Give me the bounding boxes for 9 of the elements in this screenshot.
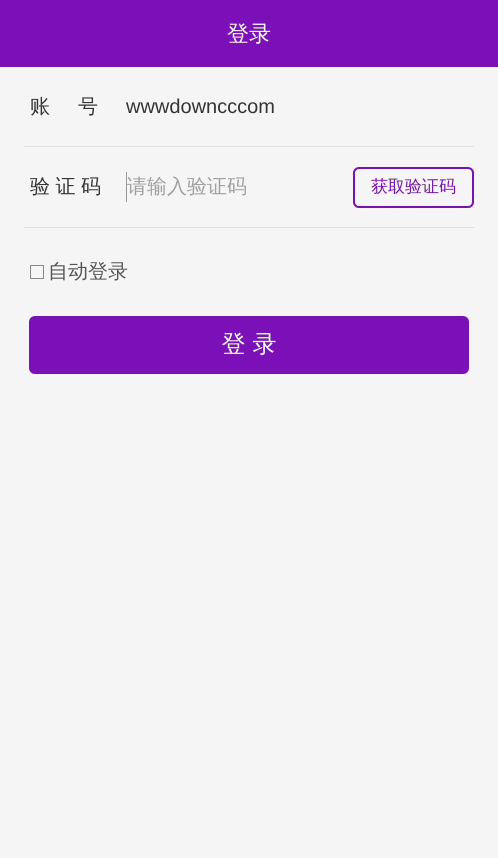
code-field[interactable]: 请输入验证码 [126,172,326,202]
header-title: 登录 [227,20,271,48]
auto-login-label: 自动登录 [48,260,128,285]
code-label: 验 证 码 [30,175,102,200]
account-label: 账 号 [30,94,99,120]
get-code-button[interactable]: 获取验证码 [353,166,474,208]
account-field[interactable]: wwwdowncccom [126,92,474,122]
checkbox[interactable] [30,265,44,279]
login-button[interactable]: 登 录 [29,316,469,374]
